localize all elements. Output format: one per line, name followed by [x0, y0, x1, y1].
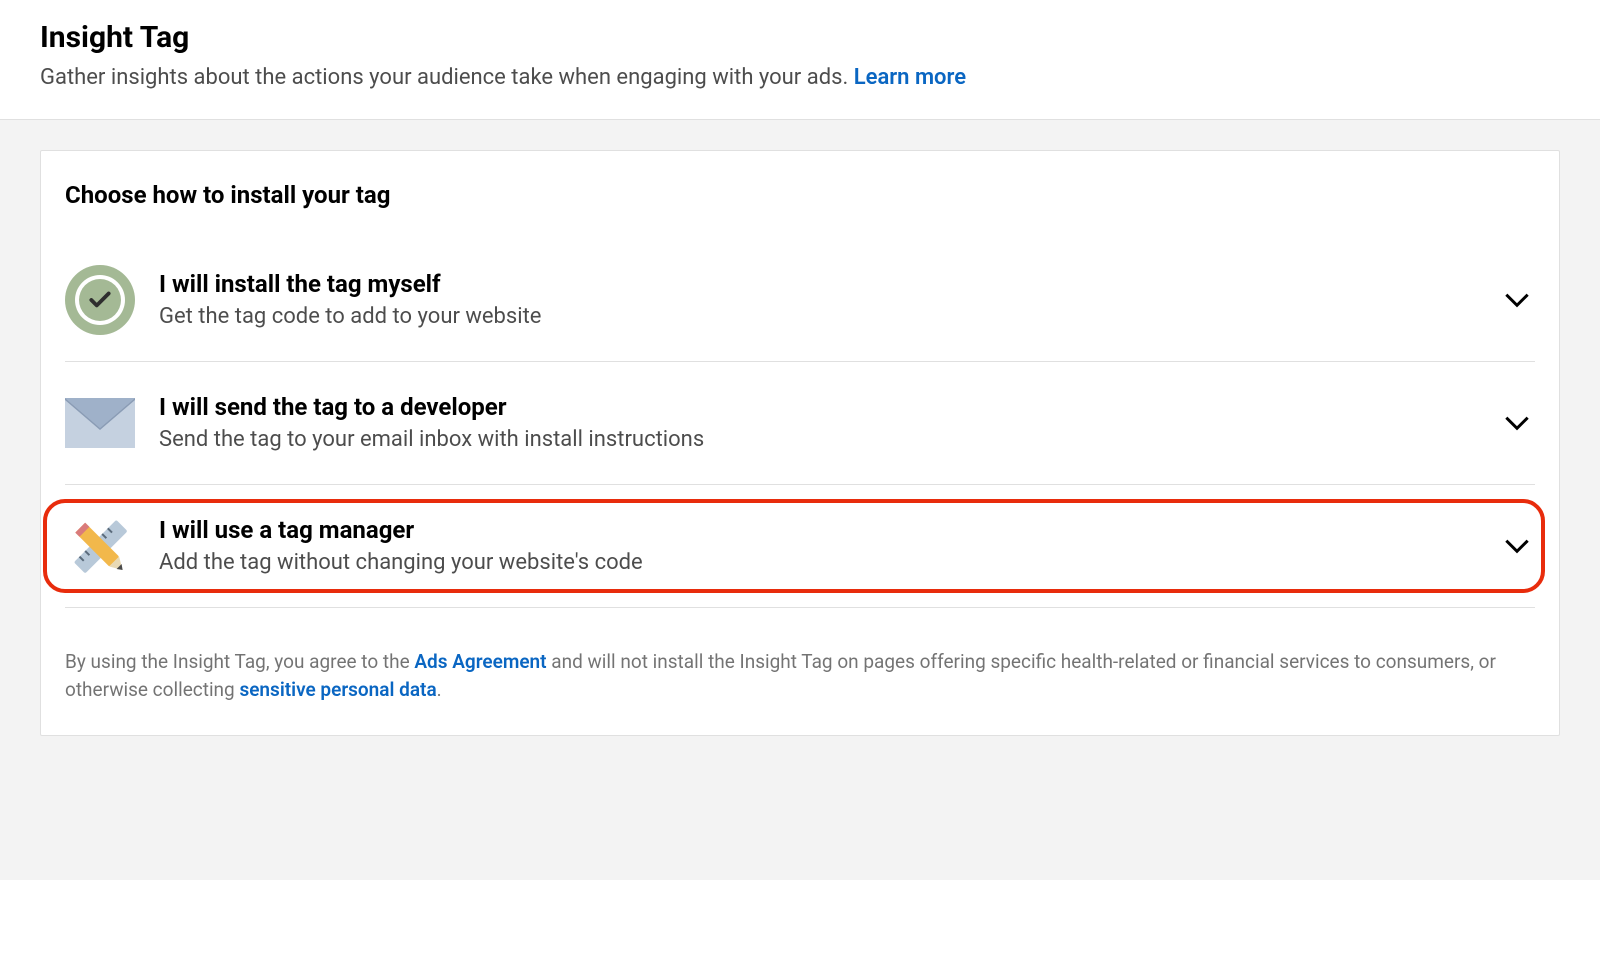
footer-suffix: . [437, 678, 442, 701]
option-text: I will send the tag to a developer Send … [159, 393, 1499, 452]
ruler-pencil-icon [65, 511, 135, 581]
learn-more-link[interactable]: Learn more [854, 65, 966, 90]
page-title: Insight Tag [40, 20, 1560, 55]
option-subtitle: Get the tag code to add to your website [159, 304, 1499, 329]
option-install-myself[interactable]: I will install the tag myself Get the ta… [65, 239, 1535, 362]
page-header: Insight Tag Gather insights about the ac… [0, 0, 1600, 120]
subtitle-text: Gather insights about the actions your a… [40, 65, 854, 90]
option-title: I will send the tag to a developer [159, 393, 1499, 421]
option-send-developer[interactable]: I will send the tag to a developer Send … [65, 362, 1535, 485]
footer-prefix: By using the Insight Tag, you agree to t… [65, 650, 414, 673]
option-title: I will install the tag myself [159, 270, 1499, 298]
chevron-down-icon [1499, 528, 1535, 564]
card-title: Choose how to install your tag [65, 181, 1535, 209]
option-tag-manager[interactable]: I will use a tag manager Add the tag wit… [65, 485, 1535, 608]
page-subtitle: Gather insights about the actions your a… [40, 63, 1560, 94]
option-subtitle: Add the tag without changing your websit… [159, 550, 1499, 575]
option-title: I will use a tag manager [159, 516, 1499, 544]
content-area: Choose how to install your tag I will in… [0, 120, 1600, 880]
checkmark-circle-icon [65, 265, 135, 335]
footer-agreement-text: By using the Insight Tag, you agree to t… [65, 648, 1535, 705]
chevron-down-icon [1499, 405, 1535, 441]
option-text: I will use a tag manager Add the tag wit… [159, 516, 1499, 575]
envelope-icon [65, 388, 135, 458]
sensitive-data-link[interactable]: sensitive personal data [239, 678, 436, 701]
option-text: I will install the tag myself Get the ta… [159, 270, 1499, 329]
ads-agreement-link[interactable]: Ads Agreement [414, 650, 546, 673]
install-options-card: Choose how to install your tag I will in… [40, 150, 1560, 736]
chevron-down-icon [1499, 282, 1535, 318]
option-subtitle: Send the tag to your email inbox with in… [159, 427, 1499, 452]
